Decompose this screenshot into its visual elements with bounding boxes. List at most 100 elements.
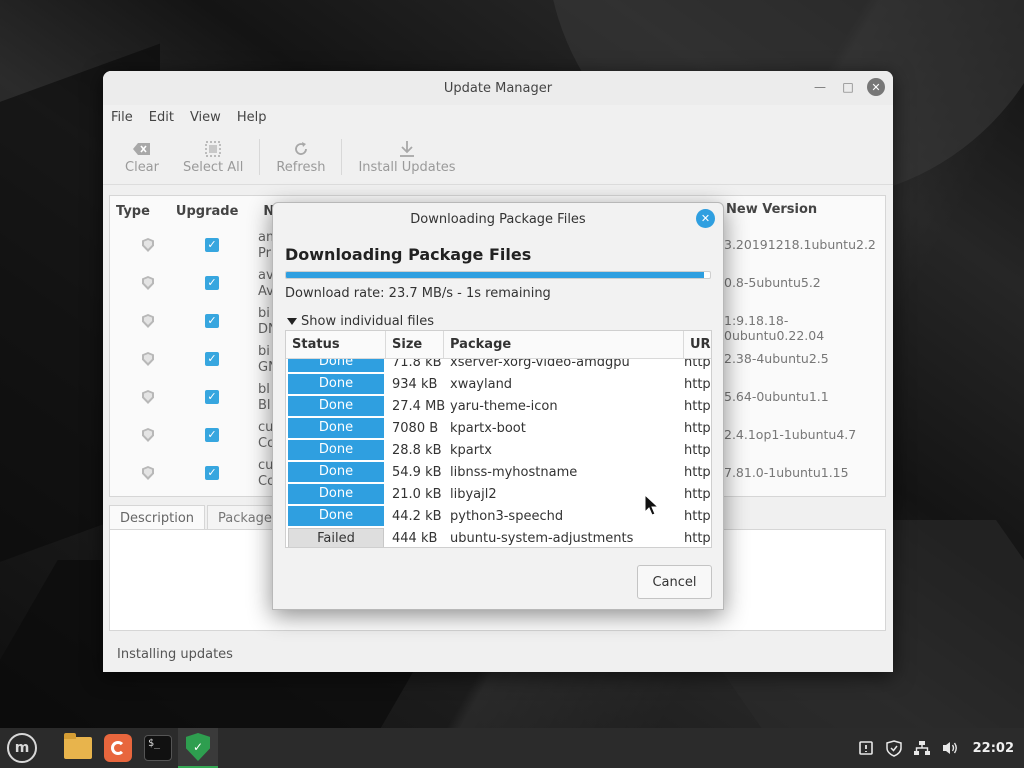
file-status: Done [288, 359, 384, 372]
menu-button[interactable]: m [2, 728, 42, 768]
file-uri: http [684, 530, 711, 546]
package-new-version: 3.20191218.1ubuntu2.2 [724, 237, 876, 252]
package-name: bi [258, 344, 270, 359]
file-size: 28.8 kB [392, 442, 442, 458]
col-uri[interactable]: URI [684, 331, 711, 358]
upgrade-checkbox[interactable]: ✓ [205, 238, 219, 252]
file-size: 27.4 MB [392, 398, 446, 414]
window-titlebar[interactable]: Update Manager — □ ✕ [103, 71, 893, 105]
install-updates-button[interactable]: Install Updates [346, 138, 467, 175]
upgrade-checkbox[interactable]: ✓ [205, 352, 219, 366]
col-type[interactable]: Type [116, 204, 150, 219]
close-icon[interactable]: ✕ [867, 78, 885, 96]
upgrade-checkbox[interactable]: ✓ [205, 428, 219, 442]
select-all-icon [205, 138, 221, 160]
files-list[interactable]: Done 71.8 kB xserver-xorg-video-amdgpu h… [286, 359, 711, 547]
update-manager-tray-icon[interactable] [885, 739, 903, 757]
file-status: Done [288, 396, 384, 416]
file-size: 934 kB [392, 376, 438, 392]
firefox-launcher[interactable] [98, 728, 138, 768]
table-row[interactable]: Done 27.4 MB yaru-theme-icon http [286, 395, 711, 417]
security-shield-icon [142, 238, 154, 252]
menu-edit[interactable]: Edit [149, 110, 174, 125]
show-files-expander[interactable]: Show individual files [287, 314, 434, 329]
file-size: 21.0 kB [392, 486, 442, 502]
table-row[interactable]: Done 54.9 kB libnss-myhostname http [286, 461, 711, 483]
package-name: bi [258, 306, 270, 321]
cancel-button[interactable]: Cancel [637, 565, 712, 599]
table-row[interactable]: Failed 444 kB ubuntu-system-adjustments … [286, 527, 711, 547]
package-name: bl [258, 382, 270, 397]
menu-file[interactable]: File [111, 110, 133, 125]
table-row[interactable]: Done 71.8 kB xserver-xorg-video-amdgpu h… [286, 359, 711, 373]
terminal-launcher[interactable]: $_ [138, 728, 178, 768]
close-icon[interactable]: ✕ [696, 209, 715, 228]
clear-label: Clear [125, 160, 159, 175]
security-shield-icon [142, 276, 154, 290]
file-package: kpartx-boot [450, 420, 526, 436]
update-shield-icon: ✓ [186, 733, 210, 761]
file-status: Done [288, 506, 384, 526]
minimize-icon[interactable]: — [811, 78, 829, 96]
package-description: Bl [258, 398, 271, 413]
clock[interactable]: 22:02 [973, 741, 1014, 756]
table-row[interactable]: Done 28.8 kB kpartx http [286, 439, 711, 461]
file-size: 54.9 kB [392, 464, 442, 480]
network-icon[interactable] [913, 739, 931, 757]
expander-triangle-icon [287, 318, 297, 325]
dialog-heading: Downloading Package Files [285, 245, 532, 264]
folder-icon [64, 733, 92, 759]
download-rate: Download rate: 23.7 MB/s - 1s remaining [285, 286, 551, 301]
security-shield-icon [142, 314, 154, 328]
refresh-label: Refresh [276, 160, 326, 175]
file-package: kpartx [450, 442, 492, 458]
file-uri: http [684, 486, 711, 502]
file-uri: http [684, 359, 711, 370]
file-status: Done [288, 374, 384, 394]
select-all-button[interactable]: Select All [171, 138, 255, 175]
security-shield-icon [142, 390, 154, 404]
progress-fill [286, 272, 704, 278]
table-row[interactable]: Done 934 kB xwayland http [286, 373, 711, 395]
file-status: Done [288, 418, 384, 438]
details-tabs: Description Packages [109, 505, 292, 531]
upgrade-checkbox[interactable]: ✓ [205, 390, 219, 404]
dialog-titlebar[interactable]: Downloading Package Files ✕ [273, 203, 723, 235]
file-uri: http [684, 442, 711, 458]
maximize-icon[interactable]: □ [839, 78, 857, 96]
menu-help[interactable]: Help [237, 110, 267, 125]
refresh-icon [292, 138, 310, 160]
security-shield-icon [142, 352, 154, 366]
menu-view[interactable]: View [190, 110, 221, 125]
package-description: Pr [258, 246, 271, 261]
files-launcher[interactable] [58, 728, 98, 768]
menubar: File Edit View Help [103, 105, 893, 129]
file-status: Done [288, 462, 384, 482]
col-status[interactable]: Status [286, 331, 386, 358]
notification-icon[interactable] [857, 739, 875, 757]
upgrade-checkbox[interactable]: ✓ [205, 314, 219, 328]
col-upgrade[interactable]: Upgrade [176, 204, 238, 219]
upgrade-checkbox[interactable]: ✓ [205, 276, 219, 290]
table-row[interactable]: Done 7080 B kpartx-boot http [286, 417, 711, 439]
file-uri: http [684, 508, 711, 524]
update-manager-taskbar-item[interactable]: ✓ [178, 728, 218, 768]
col-new-version[interactable]: New Version [726, 202, 817, 217]
col-size[interactable]: Size [386, 331, 444, 358]
col-package[interactable]: Package [444, 331, 684, 358]
toolbar-separator [341, 138, 343, 175]
clear-button[interactable]: Clear [113, 138, 171, 175]
upgrade-checkbox[interactable]: ✓ [205, 466, 219, 480]
download-dialog: Downloading Package Files ✕ Downloading … [272, 202, 724, 610]
toolbar: Clear Select All Refresh Install Updates [103, 129, 893, 185]
tab-description[interactable]: Description [109, 505, 206, 531]
file-status: Failed [288, 528, 384, 547]
expander-label: Show individual files [301, 314, 435, 329]
volume-icon[interactable] [941, 739, 959, 757]
refresh-button[interactable]: Refresh [264, 138, 337, 175]
file-size: 71.8 kB [392, 359, 442, 370]
package-new-version: 2.4.1op1-1ubuntu4.7 [724, 427, 857, 442]
dialog-title: Downloading Package Files [410, 211, 586, 227]
file-size: 7080 B [392, 420, 439, 436]
window-controls: — □ ✕ [811, 78, 885, 96]
